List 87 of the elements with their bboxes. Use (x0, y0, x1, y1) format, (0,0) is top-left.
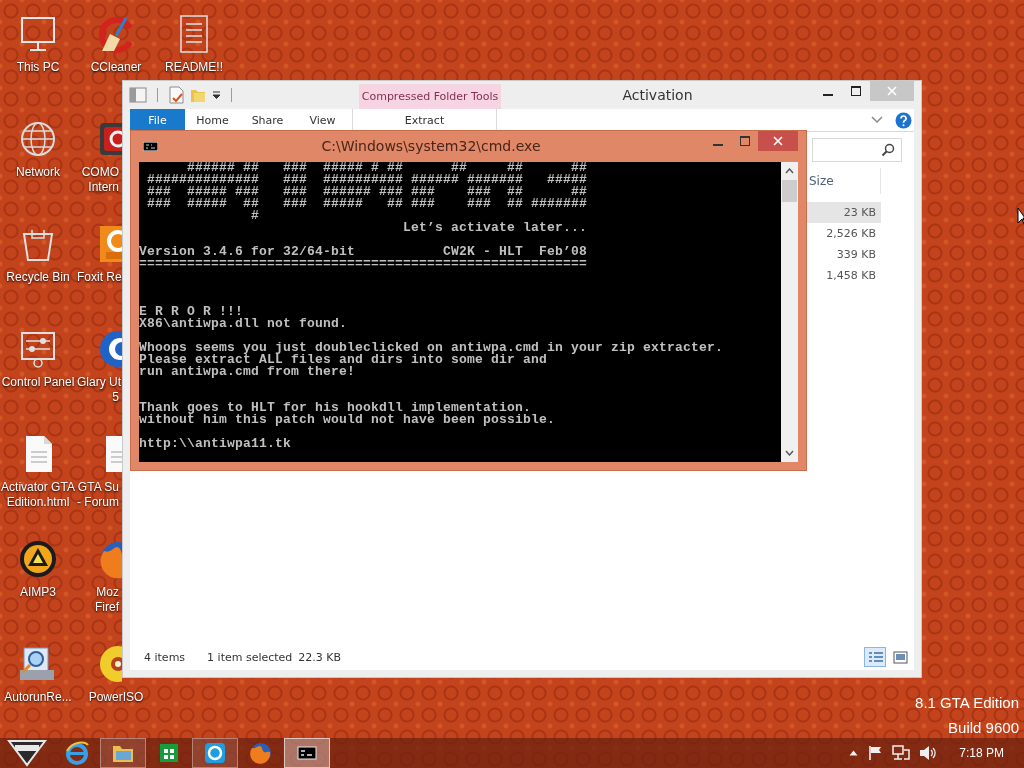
icon-label[interactable]: COMO Intern (77, 165, 119, 195)
help-icon[interactable] (895, 111, 912, 129)
scroll-thumb[interactable] (782, 180, 797, 202)
table-cell[interactable]: 339 KB (806, 244, 881, 265)
icon-label[interactable]: Network (16, 165, 60, 180)
taskbar-button[interactable] (192, 738, 238, 768)
console-line: ======================================================== (139, 258, 589, 270)
icon-label[interactable]: PowerISO (88, 690, 144, 705)
table-cell[interactable]: 23 KB (806, 202, 881, 223)
chat-app-icon (203, 741, 227, 765)
chevron-down-icon[interactable] (871, 116, 883, 124)
maximize-icon (739, 136, 750, 146)
sliders-icon[interactable] (18, 329, 58, 369)
ribbon-tab[interactable]: View (295, 109, 350, 131)
console-line: http:\\antiwpa11.tk (139, 438, 293, 450)
status-text: 4 items (144, 650, 186, 664)
console-line: Please extract ALL files and dirs into some dir and (139, 354, 549, 366)
emblem-icon (7, 739, 47, 767)
ribbon-tab[interactable]: Home (185, 109, 240, 131)
console-line: Version 3.4.6 for 32/64-bit CW2K - HLT Feb’08 (139, 246, 589, 258)
icon-label[interactable]: Recycle Bin (6, 270, 70, 285)
icon-label[interactable]: AutorunRe... (4, 690, 72, 705)
console-line: E R R O R !!! (139, 306, 244, 318)
console-line: ############## ### ########## ###### ####### ##### (146, 174, 589, 186)
console-line: run antiwpa.cmd from there! (139, 366, 357, 378)
icon-label[interactable]: Moz Firef (77, 585, 119, 615)
icon-label[interactable]: AIMP3 (20, 585, 56, 600)
arrow-up-icon[interactable] (785, 168, 794, 174)
console-line: ### ##### ## ### ##### ## ### ### ## ####### (146, 198, 589, 210)
table-cell[interactable]: 1,458 KB (806, 265, 881, 286)
icon-label[interactable]: GTA Su - Forum (77, 480, 119, 510)
caret-icon[interactable] (212, 91, 221, 99)
search-icon (881, 143, 895, 157)
terminal-icon (143, 142, 158, 151)
icon-label[interactable]: Glary Ut 5 (77, 375, 119, 405)
table-cell[interactable]: 2,526 KB (806, 223, 881, 244)
globe-icon (249, 741, 273, 765)
edition-text: 8.1 GTA Edition (915, 693, 1019, 713)
icon-label[interactable]: Activator GTA Edition.html (1, 480, 75, 510)
network-icon[interactable] (892, 745, 911, 761)
icon-label[interactable]: This PC (16, 60, 60, 75)
flag-icon[interactable] (867, 745, 884, 761)
caret-up-icon[interactable] (849, 750, 859, 756)
browser-icon (65, 741, 89, 765)
app-tile-icon[interactable] (98, 224, 122, 264)
window-title: C:\Windows\system32\cmd.exe (320, 137, 542, 156)
contextual-tab-header: Compressed Folder Tools (359, 84, 501, 109)
details-view-icon (866, 649, 884, 665)
broom-icon[interactable] (96, 14, 136, 54)
close-icon (887, 86, 897, 96)
close-button[interactable] (758, 131, 798, 151)
volume-icon[interactable] (919, 745, 937, 761)
console-line: X86\antiwpa.dll not found. (139, 318, 349, 330)
ribbon-tab[interactable]: Share (240, 109, 295, 131)
console-line: Let’s activate later... (402, 222, 589, 234)
console-line: # (250, 210, 261, 222)
store-icon (157, 741, 181, 765)
file-tab[interactable]: File (130, 109, 185, 131)
document-icon[interactable] (168, 86, 184, 104)
thumbnail-view-icon (891, 649, 909, 665)
arrow-down-icon[interactable] (785, 450, 794, 456)
window-title: Activation (621, 86, 694, 105)
edition-text: Build 9600 (948, 718, 1019, 738)
minimize-icon (712, 143, 723, 146)
status-text: 22.3 KB (298, 650, 342, 664)
console-line: Whoops seems you just doubleclicked on antiwpa.cmd in your zip extracter. (139, 342, 725, 354)
icon-label[interactable]: Control Panel (1, 375, 75, 390)
view-button[interactable] (864, 647, 886, 667)
icon-label[interactable]: README!! (165, 60, 223, 75)
close-icon (773, 136, 783, 146)
console-line: Thank goes to HLT for his hookdll implementation. (139, 402, 532, 414)
console-line: ###### ## ### ##### # ## ## ## ## (187, 162, 589, 174)
search-field[interactable] (812, 138, 902, 162)
console-line: ### ##### ### ### ###### ### ### ### ## ## (146, 186, 589, 198)
taskbar-button[interactable] (284, 738, 330, 768)
cursor-icon (1017, 207, 1024, 225)
monitor-icon[interactable] (18, 14, 58, 54)
icon-label[interactable]: Foxit Re (77, 270, 119, 285)
console-line: without him this patch would not have been possible. (139, 414, 557, 426)
icon-label[interactable]: CCleaner (90, 60, 142, 75)
globe-icon[interactable] (18, 119, 58, 159)
scrollbar[interactable] (781, 162, 798, 462)
maximize-icon (851, 86, 861, 96)
clock[interactable]: 7:18 PM (959, 746, 1004, 760)
minimize-icon (823, 93, 833, 96)
panel-icon[interactable] (129, 87, 147, 103)
status-text: 1 item selected (207, 650, 293, 664)
